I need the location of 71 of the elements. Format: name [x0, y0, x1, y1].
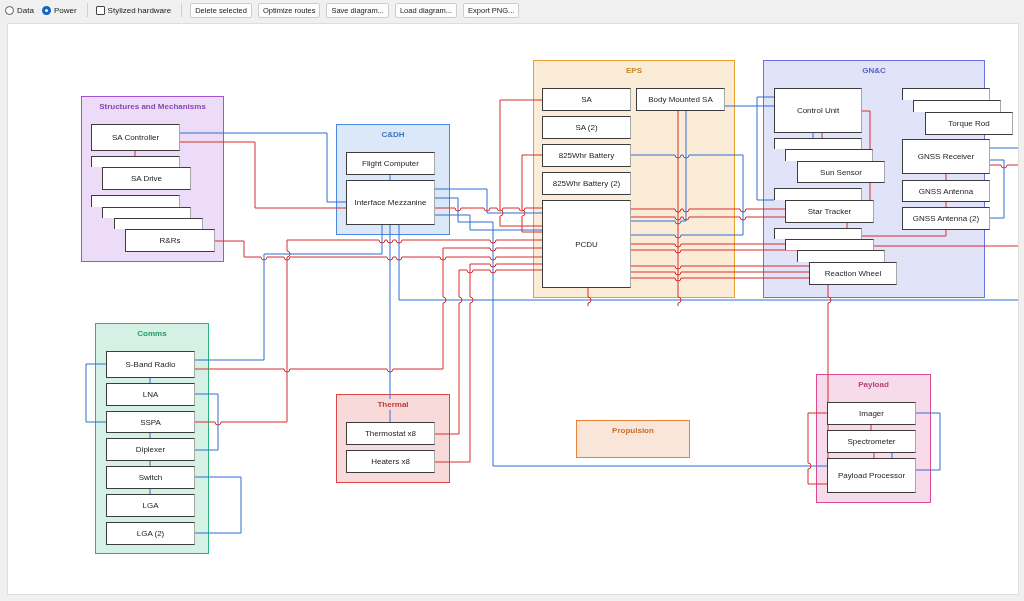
stacked-card-edge[interactable]	[797, 250, 885, 262]
component-node[interactable]: Diplexer	[106, 438, 195, 461]
component-node[interactable]: Heaters x8	[346, 450, 435, 473]
stacked-card-edge[interactable]	[774, 138, 862, 149]
component-node[interactable]: 825Whr Battery	[542, 144, 631, 167]
component-node[interactable]: Flight Computer	[346, 152, 435, 175]
group-title: C&DH	[379, 129, 407, 140]
data-wire	[149, 377, 151, 384]
component-node[interactable]: Switch	[106, 466, 195, 489]
group-title: Payload	[856, 379, 891, 390]
data-wire	[85, 363, 107, 423]
component-node[interactable]: SA Drive	[102, 167, 191, 190]
group-title: GN&C	[860, 65, 888, 76]
component-node[interactable]: GNSS Antenna	[902, 180, 990, 202]
component-node[interactable]: GNSS Antenna (2)	[902, 207, 990, 230]
component-node[interactable]: Torque Rod	[925, 112, 1013, 135]
component-node[interactable]: Spectrometer	[827, 430, 916, 453]
stacked-card-edge[interactable]	[91, 195, 180, 207]
component-node[interactable]: PCDU	[542, 200, 631, 288]
stacked-card-edge[interactable]	[102, 207, 191, 218]
stacked-card-edge[interactable]	[902, 88, 990, 100]
data-wire	[891, 452, 893, 459]
component-node[interactable]: SSPA	[106, 411, 195, 433]
stacked-card-edge[interactable]	[785, 149, 873, 161]
stacked-card-edge[interactable]	[114, 218, 203, 229]
power-wire	[989, 164, 1018, 169]
power-wire	[821, 132, 823, 139]
group-title: Structures and Mechanisms	[97, 101, 208, 112]
stacked-card-edge[interactable]	[913, 100, 1001, 112]
component-node[interactable]: S-Band Radio	[106, 351, 195, 378]
group-title: Thermal	[375, 399, 411, 410]
component-node[interactable]: GNSS Receiver	[902, 139, 990, 174]
data-wire	[149, 460, 151, 467]
data-wire	[989, 147, 1018, 149]
layer-radio[interactable]: Data	[5, 5, 34, 15]
component-node[interactable]: SA	[542, 88, 631, 111]
component-node[interactable]: Body Mounted SA	[636, 88, 725, 111]
data-wire	[149, 432, 151, 439]
component-node[interactable]: Sun Sensor	[797, 161, 885, 183]
component-node[interactable]: LNA	[106, 383, 195, 406]
component-node[interactable]: Reaction Wheel	[809, 262, 897, 285]
group-title: EPS	[624, 65, 644, 76]
data-wire	[194, 476, 242, 534]
component-node[interactable]: Payload Processor	[827, 458, 916, 493]
power-wire	[134, 150, 136, 157]
data-wire	[149, 488, 151, 495]
component-node[interactable]: Imager	[827, 402, 916, 425]
stacked-card-edge[interactable]	[774, 228, 862, 239]
data-wire	[389, 174, 391, 181]
power-wire	[587, 287, 592, 307]
component-node[interactable]: R&Rs	[125, 229, 215, 252]
group-title: Propulsion	[610, 425, 656, 436]
component-node[interactable]: Thermostat x8	[346, 422, 435, 445]
data-wire	[194, 393, 219, 451]
component-node[interactable]: LGA	[106, 494, 195, 517]
group-title: Comms	[135, 328, 169, 339]
component-node[interactable]: Star Tracker	[785, 200, 874, 223]
component-node[interactable]: SA Controller	[91, 124, 180, 151]
component-node[interactable]: 825Whr Battery (2)	[542, 172, 631, 195]
data-wire	[989, 159, 1005, 219]
layer-radio[interactable]: Power	[41, 5, 77, 15]
stacked-card-edge[interactable]	[774, 188, 862, 200]
component-node[interactable]: Interface Mezzanine	[346, 180, 435, 225]
component-node[interactable]: LGA (2)	[106, 522, 195, 545]
stacked-card-edge[interactable]	[91, 156, 180, 167]
component-node[interactable]: SA (2)	[542, 116, 631, 139]
data-wire	[915, 412, 941, 471]
stylized-hardware-checkbox[interactable]: Stylized hardware	[95, 5, 172, 15]
component-node[interactable]: Control Unit	[774, 88, 862, 133]
data-wire	[812, 132, 814, 139]
stacked-card-edge[interactable]	[785, 239, 874, 250]
